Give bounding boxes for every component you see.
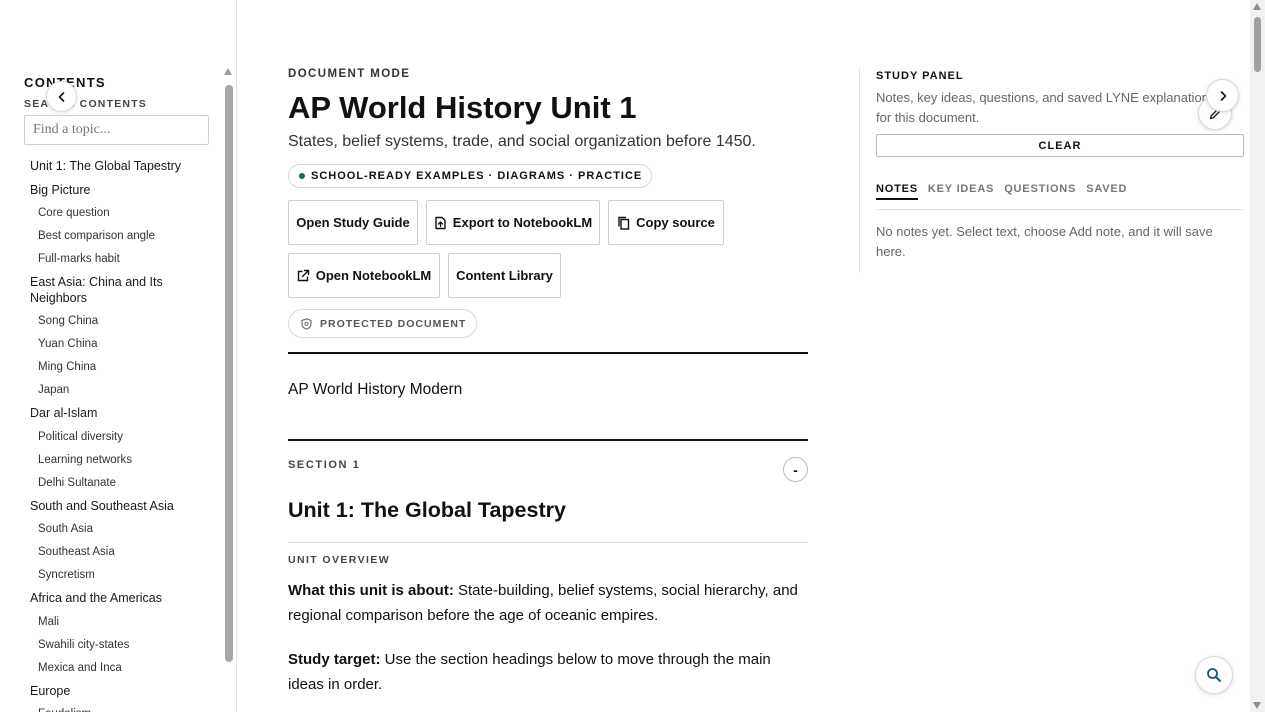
scroll-down-arrow-icon[interactable] <box>1253 702 1261 709</box>
sidebar-scroll-thumb[interactable] <box>225 85 233 662</box>
toc-section-link[interactable]: East Asia: China and Its Neighbors <box>0 271 222 310</box>
toc-subsection-link[interactable]: Political diversity <box>0 426 222 449</box>
protected-document-label: PROTECTED DOCUMENT <box>320 317 467 330</box>
section-collapse-button[interactable]: - <box>783 457 808 482</box>
search-contents-label: SEARCH CONTENTS <box>24 98 148 110</box>
copy-icon <box>618 216 630 230</box>
expand-panel-button[interactable] <box>1206 79 1239 112</box>
study-panel-tabs: NOTES KEY IDEAS QUESTIONS SAVED <box>876 181 1244 210</box>
sidebar-scrollbar[interactable] <box>224 68 234 712</box>
tab-notes[interactable]: NOTES <box>876 181 918 200</box>
toc-subsection-link[interactable]: Mexica and Inca <box>0 657 222 680</box>
status-dot-icon <box>299 173 305 179</box>
tab-saved[interactable]: SAVED <box>1086 181 1127 200</box>
toc-section-link[interactable]: Dar al-Islam <box>0 402 222 426</box>
toc-section-link[interactable]: Europe <box>0 680 222 704</box>
open-notebooklm-label: Open NotebookLM <box>315 268 432 283</box>
toc-subsection-link[interactable]: Syncretism <box>0 564 222 587</box>
toc-subsection-link[interactable]: Delhi Sultanate <box>0 472 222 495</box>
toc-section-link[interactable]: Africa and the Americas <box>0 587 222 611</box>
study-panel: STUDY PANEL Notes, key ideas, questions,… <box>859 68 1244 273</box>
page-subtitle: States, belief systems, trade, and socia… <box>288 133 756 150</box>
file-export-icon <box>435 216 446 229</box>
open-study-guide-label: Open Study Guide <box>296 215 410 230</box>
toc-subsection-link[interactable]: Learning networks <box>0 449 222 472</box>
study-panel-title: STUDY PANEL <box>876 70 964 82</box>
notes-empty-state: No notes yet. Select text, choose Add no… <box>876 224 1213 259</box>
external-link-icon <box>297 269 309 282</box>
export-notebooklm-label: Export to NotebookLM <box>452 215 593 230</box>
toc-subsection-link[interactable]: Southeast Asia <box>0 541 222 564</box>
chevron-right-icon <box>1220 90 1226 101</box>
divider <box>288 352 808 354</box>
table-of-contents: Unit 1: The Global Tapestry Big Picture Co… <box>0 155 222 712</box>
page-scrollbar[interactable] <box>1250 0 1265 712</box>
open-study-guide-button[interactable]: Open Study Guide <box>288 200 418 245</box>
tab-key-ideas[interactable]: KEY IDEAS <box>928 181 994 200</box>
toc-subsection-link[interactable]: Ming China <box>0 356 222 379</box>
protected-document-badge: PROTECTED DOCUMENT <box>288 309 478 338</box>
document-mode-label: DOCUMENT MODE <box>288 68 411 80</box>
section-number-label: SECTION 1 <box>288 459 361 471</box>
unit-overview-label: UNIT OVERVIEW <box>288 554 391 566</box>
toc-section-link[interactable]: Unit 1: The Global Tapestry <box>0 155 222 179</box>
study-target-lead: Study target: <box>288 651 381 668</box>
open-notebooklm-button[interactable]: Open NotebookLM <box>288 253 440 298</box>
page-scroll-thumb[interactable] <box>1254 17 1261 72</box>
content-library-label: Content Library <box>456 268 553 283</box>
tab-questions[interactable]: QUESTIONS <box>1004 181 1076 200</box>
feature-pill-label: SCHOOL-READY EXAMPLES · DIAGRAMS · PRACT… <box>311 170 643 182</box>
export-notebooklm-button[interactable]: Export to NotebookLM <box>426 200 600 245</box>
scroll-up-arrow-icon[interactable] <box>1253 3 1261 10</box>
feature-pill: SCHOOL-READY EXAMPLES · DIAGRAMS · PRACT… <box>288 164 653 188</box>
collapse-sidebar-button[interactable] <box>46 81 77 112</box>
toc-subsection-link[interactable]: Mali <box>0 611 222 634</box>
toc-subsection-link[interactable]: Feudalism <box>0 703 222 712</box>
section-title: Unit 1: The Global Tapestry <box>288 498 566 522</box>
page-title: AP World History Unit 1 <box>288 90 637 125</box>
overview-lead: What this unit is about: <box>288 582 454 599</box>
study-target-paragraph: Study target: Use the section headings b… <box>288 647 808 697</box>
toc-subsection-link[interactable]: Song China <box>0 310 222 333</box>
divider <box>288 439 808 441</box>
toc-section-link[interactable]: South and Southeast Asia <box>0 495 222 519</box>
toc-subsection-link[interactable]: Japan <box>0 379 222 402</box>
shield-icon <box>301 317 312 330</box>
toc-subsection-link[interactable]: Full-marks habit <box>0 248 222 271</box>
toc-subsection-link[interactable]: South Asia <box>0 518 222 541</box>
topic-search-input[interactable] <box>24 115 209 145</box>
course-name: AP World History Modern <box>288 381 463 398</box>
toc-section-link[interactable]: Big Picture <box>0 179 222 203</box>
search-icon <box>1207 668 1221 682</box>
toc-subsection-link[interactable]: Swahili city-states <box>0 634 222 657</box>
content-library-button[interactable]: Content Library <box>448 253 561 298</box>
copy-source-button[interactable]: Copy source <box>608 200 724 245</box>
study-panel-description: Notes, key ideas, questions, and saved L… <box>876 90 1216 125</box>
divider <box>288 542 808 543</box>
chevron-left-icon <box>58 91 64 102</box>
copy-source-label: Copy source <box>636 215 715 230</box>
toc-subsection-link[interactable]: Yuan China <box>0 333 222 356</box>
overview-paragraph: What this unit is about: State-building,… <box>288 578 808 628</box>
toc-subsection-link[interactable]: Core question <box>0 202 222 225</box>
search-button[interactable] <box>1195 656 1233 694</box>
scroll-up-arrow-icon[interactable] <box>224 68 232 75</box>
toc-subsection-link[interactable]: Best comparison angle <box>0 225 222 248</box>
contents-sidebar: CONTENTS SEARCH CONTENTS Unit 1: The Glo… <box>0 0 237 712</box>
clear-button[interactable]: CLEAR <box>876 134 1244 157</box>
